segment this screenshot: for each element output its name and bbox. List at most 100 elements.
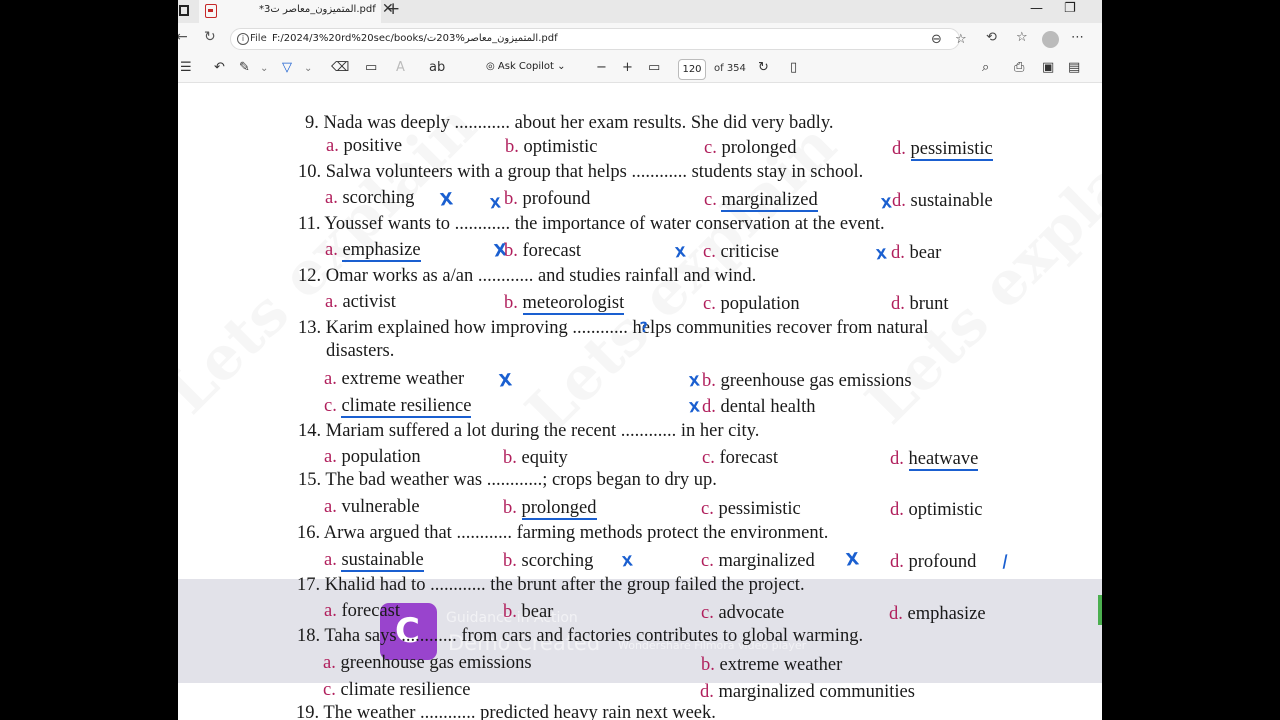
option-12d: d. brunt: [891, 294, 949, 314]
option-18c: c. climate resilience: [323, 680, 471, 700]
cross-mark: X: [688, 373, 701, 391]
address-url[interactable]: F:/2024/3%20rd%20sec/books/المتميزون_معا…: [272, 33, 558, 44]
option-9a: a. positive: [326, 136, 403, 156]
option-15b: b. prolonged: [503, 498, 597, 520]
pdf-file-icon: [205, 4, 217, 18]
cross-mark: X: [621, 553, 634, 571]
option-13b: b. greenhouse gas emissions: [702, 371, 912, 391]
search-icon[interactable]: ⌕: [982, 60, 989, 75]
cross-mark: X: [489, 195, 502, 213]
question-11: 11. Youssef wants to ............ the im…: [298, 214, 885, 234]
save-icon[interactable]: ▣: [1042, 60, 1054, 75]
cross-mark: X: [688, 399, 701, 417]
cross-mark: X: [880, 195, 893, 213]
undo-icon[interactable]: ↶: [214, 60, 225, 75]
favorite-star-icon[interactable]: ☆: [955, 32, 967, 47]
draw-dropdown-icon[interactable]: ⌄: [260, 63, 268, 74]
text-format-icon: A: [396, 60, 405, 75]
option-9c: c. prolonged: [704, 138, 797, 158]
option-14d: d. heatwave: [890, 449, 979, 471]
option-16d: d. profound: [890, 552, 977, 572]
zoom-icon[interactable]: ⊖: [931, 32, 942, 47]
overlay-side-tag: [1098, 595, 1102, 625]
tab-active[interactable]: *المتميزون_معاصر ت3.pdf ✕: [199, 0, 394, 23]
ask-copilot-button[interactable]: ◎ Ask Copilot ⌄: [486, 61, 566, 72]
zoom-out-icon[interactable]: −: [596, 60, 607, 75]
maximize-button[interactable]: ❐: [1064, 1, 1076, 16]
highlight-dropdown-icon[interactable]: ⌄: [304, 63, 312, 74]
option-17c: c. advocate: [701, 603, 785, 623]
option-16a: a. sustainable: [324, 550, 424, 572]
question-19: 19. The weather ............ predicted h…: [296, 703, 716, 720]
option-11b: b. forecast: [504, 241, 582, 261]
cross-mark: X: [438, 189, 455, 211]
read-aloud-icon[interactable]: ab: [429, 60, 445, 75]
fit-page-icon[interactable]: ▭: [648, 60, 660, 75]
question-12: 12. Omar works as a/an ............ and …: [298, 266, 757, 286]
question-15: 15. The bad weather was ............; cr…: [298, 470, 717, 490]
option-14b: b. equity: [503, 448, 568, 468]
copilot-icon: ◎: [486, 61, 498, 72]
favorites-icon[interactable]: ☆: [1016, 30, 1028, 45]
option-13a: a. extreme weather: [324, 369, 465, 389]
info-icon[interactable]: i: [237, 33, 249, 45]
option-12a: a. activist: [325, 292, 396, 312]
option-16c: c. marginalized: [701, 551, 815, 571]
option-15d: d. optimistic: [890, 500, 983, 520]
save-as-icon[interactable]: ▤: [1068, 60, 1080, 75]
option-13c: c. climate resilience: [324, 396, 472, 418]
back-icon[interactable]: ←: [178, 29, 188, 45]
question-9: 9. Nada was deeply ............ about he…: [305, 113, 834, 133]
option-10a: a. scorching: [325, 188, 415, 208]
highlight-icon[interactable]: ▽: [282, 60, 292, 75]
rotate-icon[interactable]: ↻: [758, 60, 769, 75]
copilot-label: Ask Copilot: [497, 61, 554, 72]
minimize-button[interactable]: —: [1030, 1, 1043, 16]
option-17d: d. emphasize: [889, 604, 986, 624]
option-11c: c. criticise: [703, 242, 780, 262]
profile-avatar[interactable]: [1042, 31, 1059, 48]
cross-mark: X: [497, 370, 514, 392]
option-10c: c. marginalized: [704, 190, 818, 212]
cross-mark: X: [844, 549, 861, 571]
browser-window: *المتميزون_معاصر ت3.pdf ✕ + — ❐ ← ↻ i Fi…: [178, 0, 1102, 720]
cross-mark: X: [875, 246, 888, 264]
page-number-input[interactable]: 120: [678, 59, 706, 80]
question-13: 13. Karim explained how improving ......…: [298, 318, 929, 338]
tab-actions-icon[interactable]: [179, 5, 189, 16]
option-15c: c. pessimistic: [701, 499, 801, 519]
option-17a: a. forecast: [324, 601, 401, 621]
option-14c: c. forecast: [702, 448, 779, 468]
option-11d: d. bear: [891, 243, 942, 263]
tab-strip: *المتميزون_معاصر ت3.pdf ✕ + — ❐: [178, 0, 1102, 23]
option-9b: b. optimistic: [505, 137, 598, 157]
option-11a: a. emphasize: [325, 240, 421, 262]
print-icon[interactable]: ⎙: [1014, 60, 1024, 75]
contents-icon[interactable]: ☰: [180, 60, 192, 75]
option-13d: d. dental health: [702, 397, 816, 417]
option-16b: b. scorching: [503, 551, 594, 571]
question-mark: ?: [639, 319, 649, 337]
option-12c: c. population: [703, 294, 800, 314]
new-tab-button[interactable]: +: [386, 0, 400, 19]
more-menu-icon[interactable]: ⋯: [1071, 30, 1084, 45]
address-bar[interactable]: i File F:/2024/3%20rd%20sec/books/المتمي…: [230, 28, 967, 50]
option-10b: b. profound: [504, 189, 591, 209]
page-total: of 354: [714, 63, 746, 74]
question-16: 16. Arwa argued that ............ farmin…: [297, 523, 829, 543]
eraser-icon[interactable]: ⌫: [331, 60, 349, 75]
option-17b: b. bear: [503, 602, 554, 622]
question-17: 17. Khalid had to ............ the brunt…: [297, 575, 805, 595]
cross-mark: X: [674, 244, 687, 262]
page-view-icon[interactable]: ▯: [790, 60, 797, 75]
zoom-in-icon[interactable]: +: [622, 60, 633, 75]
text-box-icon[interactable]: ▭: [365, 60, 377, 75]
extensions-icon[interactable]: ⟲: [986, 30, 997, 45]
refresh-icon[interactable]: ↻: [204, 29, 216, 45]
option-15a: a. vulnerable: [324, 497, 420, 517]
check-mark: /: [1000, 551, 1010, 573]
option-18b: b. extreme weather: [701, 655, 843, 675]
question-18: 18. Taha says ............ from cars and…: [297, 626, 864, 646]
pdf-toolbar: ☰ ↶ ✎ ⌄ ▽ ⌄ ⌫ ▭ A ab ◎ Ask Copilot ⌄ − +…: [178, 55, 1102, 83]
draw-icon[interactable]: ✎: [239, 60, 250, 75]
